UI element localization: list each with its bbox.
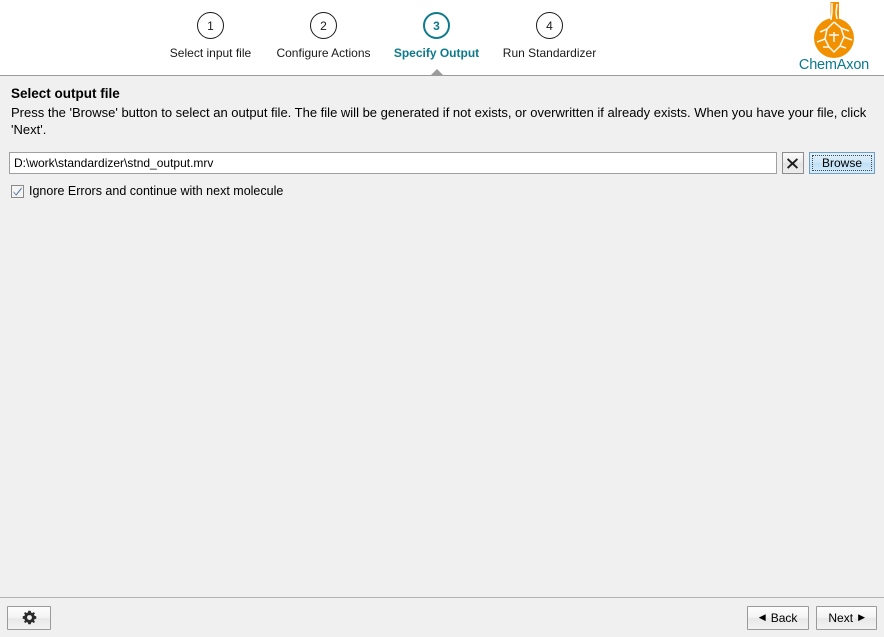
browse-button[interactable]: Browse: [808, 152, 875, 174]
wizard-step-2[interactable]: 2 Configure Actions: [267, 0, 380, 60]
chemaxon-logo: ChemAxon: [788, 2, 880, 76]
close-x-icon: [787, 157, 799, 169]
checkmark-icon: [13, 186, 22, 196]
step-3-circle: 3: [423, 12, 450, 39]
step-2-circle: 2: [310, 12, 337, 39]
wizard-steps: 1 Select input file 2 Configure Actions …: [0, 0, 760, 80]
step-2-number: 2: [320, 18, 327, 33]
wizard-content: Select output file Press the 'Browse' bu…: [0, 76, 884, 597]
wizard-footer: ◀ Back Next ▶: [0, 597, 884, 637]
wizard-step-1[interactable]: 1 Select input file: [154, 0, 267, 60]
standardizer-wizard-window: 1 Select input file 2 Configure Actions …: [0, 0, 884, 637]
step-1-circle: 1: [197, 12, 224, 39]
page-title: Select output file: [11, 86, 120, 101]
step-4-number: 4: [546, 18, 553, 33]
ignore-errors-checkbox[interactable]: [11, 184, 24, 198]
output-file-row: Browse: [9, 152, 875, 174]
settings-button[interactable]: [7, 605, 51, 630]
ignore-errors-label: Ignore Errors and continue with next mol…: [29, 184, 284, 198]
next-button-label: Next: [828, 610, 854, 625]
step-3-label: Specify Output: [393, 46, 480, 60]
wizard-header: 1 Select input file 2 Configure Actions …: [0, 0, 884, 80]
step-1-number: 1: [207, 18, 214, 33]
page-description: Press the 'Browse' button to select an o…: [11, 105, 867, 137]
wizard-nav-buttons: ◀ Back Next ▶: [746, 605, 877, 630]
step-4-circle: 4: [536, 12, 563, 39]
step-3-number: 3: [433, 18, 440, 33]
gear-icon: [22, 610, 36, 625]
step-1-label: Select input file: [169, 46, 252, 60]
chemaxon-flask-icon: [814, 2, 854, 58]
wizard-step-3[interactable]: 3 Specify Output: [380, 0, 493, 80]
ignore-errors-row: Ignore Errors and continue with next mol…: [11, 184, 875, 198]
next-arrow-icon: ▶: [858, 612, 865, 622]
back-button-label: Back: [770, 610, 798, 625]
clear-path-button[interactable]: [781, 152, 804, 174]
back-button[interactable]: ◀ Back: [746, 605, 810, 630]
chemaxon-logo-text: ChemAxon: [798, 57, 870, 73]
next-button[interactable]: Next ▶: [816, 605, 877, 630]
back-arrow-icon: ◀: [758, 612, 766, 622]
step-4-label: Run Standardizer: [502, 46, 597, 60]
output-file-path-input[interactable]: [9, 152, 777, 174]
wizard-step-4[interactable]: 4 Run Standardizer: [493, 0, 606, 60]
step-2-label: Configure Actions: [276, 46, 371, 60]
